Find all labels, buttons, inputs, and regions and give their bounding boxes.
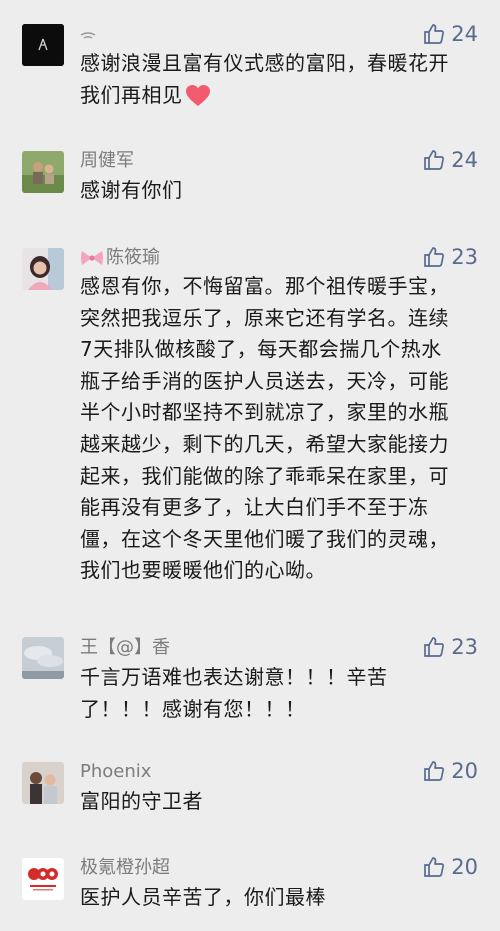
thumbs-up-icon bbox=[424, 24, 445, 44]
comment-text: 感谢有你们 bbox=[80, 178, 183, 202]
heart-icon bbox=[185, 85, 210, 107]
like-count: 23 bbox=[451, 245, 478, 269]
black-avatar-icon bbox=[22, 24, 64, 66]
comment-text: 千言万语难也表达谢意！！！辛苦了！！！感谢有您！！！ bbox=[80, 665, 388, 721]
sky-avatar-icon bbox=[22, 637, 64, 679]
thumbs-up-icon bbox=[424, 637, 445, 657]
comment-text: 富阳的守卫者 bbox=[80, 789, 203, 813]
comment-text: 医护人员辛苦了，你们最棒 bbox=[80, 885, 326, 909]
comment-text: 感恩有你，不悔留富。那个祖传暖手宝，突然把我逗乐了，原来它还有学名。连续7天排队… bbox=[80, 274, 449, 583]
commenter-name: 极氪橙孙超 bbox=[80, 857, 170, 878]
comment-item: Phoenix 20 富阳的守卫者 bbox=[0, 750, 500, 842]
photo-avatar-icon bbox=[22, 151, 64, 193]
thumbs-up-icon bbox=[424, 761, 445, 781]
like-button[interactable]: 23 bbox=[423, 635, 478, 659]
commenter-name: 王【@】香 bbox=[80, 637, 170, 658]
thumbs-up-icon bbox=[424, 247, 445, 267]
like-count: 23 bbox=[451, 635, 478, 659]
commenter-name: Phoenix bbox=[80, 761, 152, 782]
avatar[interactable] bbox=[22, 151, 64, 193]
avatar[interactable] bbox=[22, 248, 64, 290]
comment-item: 陈筱瑜 23 感恩有你，不悔留富。那个祖传暖手宝，突然把我逗乐了，原来它还有学名… bbox=[0, 225, 500, 625]
photo-avatar-icon bbox=[22, 762, 64, 804]
comment-item: 周健军 24 感谢有你们 bbox=[0, 125, 500, 225]
wifi-icon bbox=[80, 32, 96, 39]
like-button[interactable]: 20 bbox=[423, 855, 478, 879]
like-count: 24 bbox=[451, 22, 478, 46]
photo-avatar-icon bbox=[22, 248, 64, 290]
like-button[interactable]: 24 bbox=[423, 22, 478, 46]
comment-item: 王【@】香 23 千言万语难也表达谢意！！！辛苦了！！！感谢有您！！！ bbox=[0, 625, 500, 750]
comment-text: 感谢浪漫且富有仪式感的富阳，春暖花开我们再相见 bbox=[80, 51, 449, 107]
commenter-name: 周健军 bbox=[80, 150, 134, 171]
like-count: 24 bbox=[451, 148, 478, 172]
avatar[interactable] bbox=[22, 637, 64, 679]
like-button[interactable]: 23 bbox=[423, 245, 478, 269]
like-count: 20 bbox=[451, 855, 478, 879]
avatar[interactable] bbox=[22, 24, 64, 66]
avatar[interactable] bbox=[22, 858, 64, 900]
like-button[interactable]: 24 bbox=[423, 148, 478, 172]
pink-bow-icon bbox=[81, 251, 103, 265]
comment-item: 极氪橙孙超 20 医护人员辛苦了，你们最棒 bbox=[0, 842, 500, 931]
avatar[interactable] bbox=[22, 762, 64, 804]
commenter-name: 陈筱瑜 bbox=[80, 247, 160, 269]
like-count: 20 bbox=[451, 759, 478, 783]
thumbs-up-icon bbox=[424, 150, 445, 170]
thumbs-up-icon bbox=[424, 857, 445, 877]
red-logo-avatar-icon bbox=[22, 858, 64, 900]
like-button[interactable]: 20 bbox=[423, 759, 478, 783]
comment-item: 24 感谢浪漫且富有仪式感的富阳，春暖花开我们再相见 bbox=[0, 0, 500, 125]
